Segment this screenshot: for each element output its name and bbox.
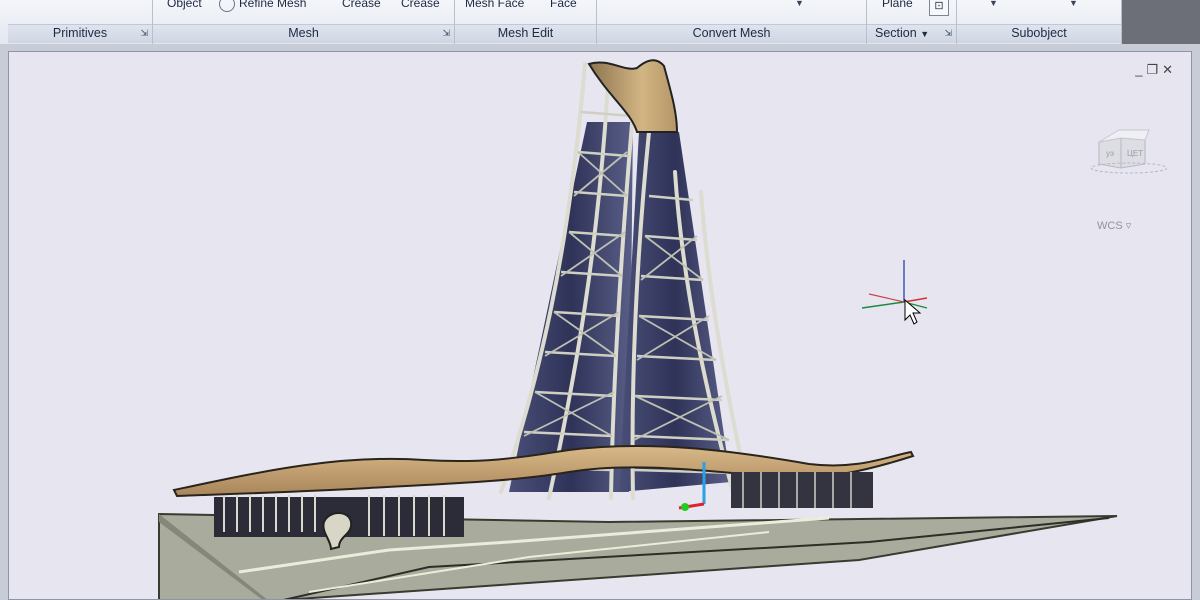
mesh-dialog-launcher-icon[interactable]: ⇲ [442, 28, 450, 39]
ribbon-gap [0, 44, 1200, 51]
wcs-label: WCS [1097, 220, 1123, 232]
ribbon-overflow-area [1122, 0, 1200, 44]
viewcube-icon[interactable]: уэ ЦЕТ [1089, 124, 1167, 176]
section-dialog-launcher-icon[interactable]: ⇲ [944, 28, 952, 39]
section-dropdown-icon[interactable]: ▼ [920, 29, 929, 39]
subobject-select-dropdown-icon[interactable]: ▼ [1069, 0, 1078, 8]
viewcube-right-face-label: ЦЕТ [1127, 149, 1143, 158]
extrude-face-button[interactable]: Face [550, 0, 577, 10]
ucs-axes-icon [861, 260, 928, 309]
panel-section: Plane ⊡ Section ▼ ⇲ [867, 0, 957, 44]
subobject-filter-dropdown-icon[interactable]: ▼ [989, 0, 998, 8]
section-title-label: Section [875, 26, 917, 40]
3d-tower-model[interactable] [9, 52, 1192, 600]
refine-mesh-icon [219, 0, 235, 12]
primitives-dialog-launcher-icon[interactable]: ⇲ [140, 28, 148, 39]
panel-subobject: ▼ ▼ Subobject [957, 0, 1122, 44]
refine-mesh-label: Refine Mesh [239, 0, 307, 11]
wcs-dropdown-icon: ▿ [1125, 220, 1132, 232]
panel-title-subobject: Subobject [957, 24, 1121, 43]
tower-crown [587, 59, 679, 133]
drawing-viewport[interactable]: _❐✕ уэ ЦЕТ WCS ▿ [8, 51, 1192, 600]
section-plane-icon[interactable]: ⊡ [929, 0, 949, 16]
split-mesh-face-button[interactable]: Mesh Face [465, 0, 524, 10]
viewport-minimize-icon[interactable]: _ [1135, 62, 1146, 77]
panel-title-mesh: Mesh [153, 24, 454, 43]
section-plane-button[interactable]: Plane [882, 0, 913, 10]
panel-convert-mesh: ▼ Convert Mesh [597, 0, 867, 44]
refine-mesh-button[interactable]: Refine Mesh [219, 0, 306, 12]
panel-mesh: Object Refine Mesh Crease Crease Mesh ⇲ [153, 0, 455, 44]
viewport-close-icon[interactable]: ✕ [1162, 62, 1177, 77]
panel-title-primitives: Primitives [8, 24, 152, 43]
panel-primitives: Primitives ⇲ [8, 0, 153, 44]
panel-mesh-edit: Mesh Face Face Mesh Edit [455, 0, 597, 44]
panel-title-mesh-edit: Mesh Edit [455, 24, 596, 43]
remove-crease-button[interactable]: Crease [401, 0, 440, 10]
viewport-restore-icon[interactable]: ❐ [1146, 62, 1162, 77]
panel-title-convert-mesh: Convert Mesh [597, 24, 866, 43]
smooth-object-button[interactable]: Object [167, 0, 202, 10]
wcs-menu[interactable]: WCS ▿ [1097, 219, 1131, 232]
ribbon: Primitives ⇲ Object Refine Mesh Crease C… [0, 0, 1200, 45]
panel-title-section: Section ▼ [867, 24, 956, 43]
viewcube-left-face-label: уэ [1106, 149, 1114, 158]
viewport-window-controls: _❐✕ [1135, 62, 1177, 78]
add-crease-button[interactable]: Crease [342, 0, 381, 10]
convert-dropdown-icon[interactable]: ▼ [795, 0, 804, 8]
